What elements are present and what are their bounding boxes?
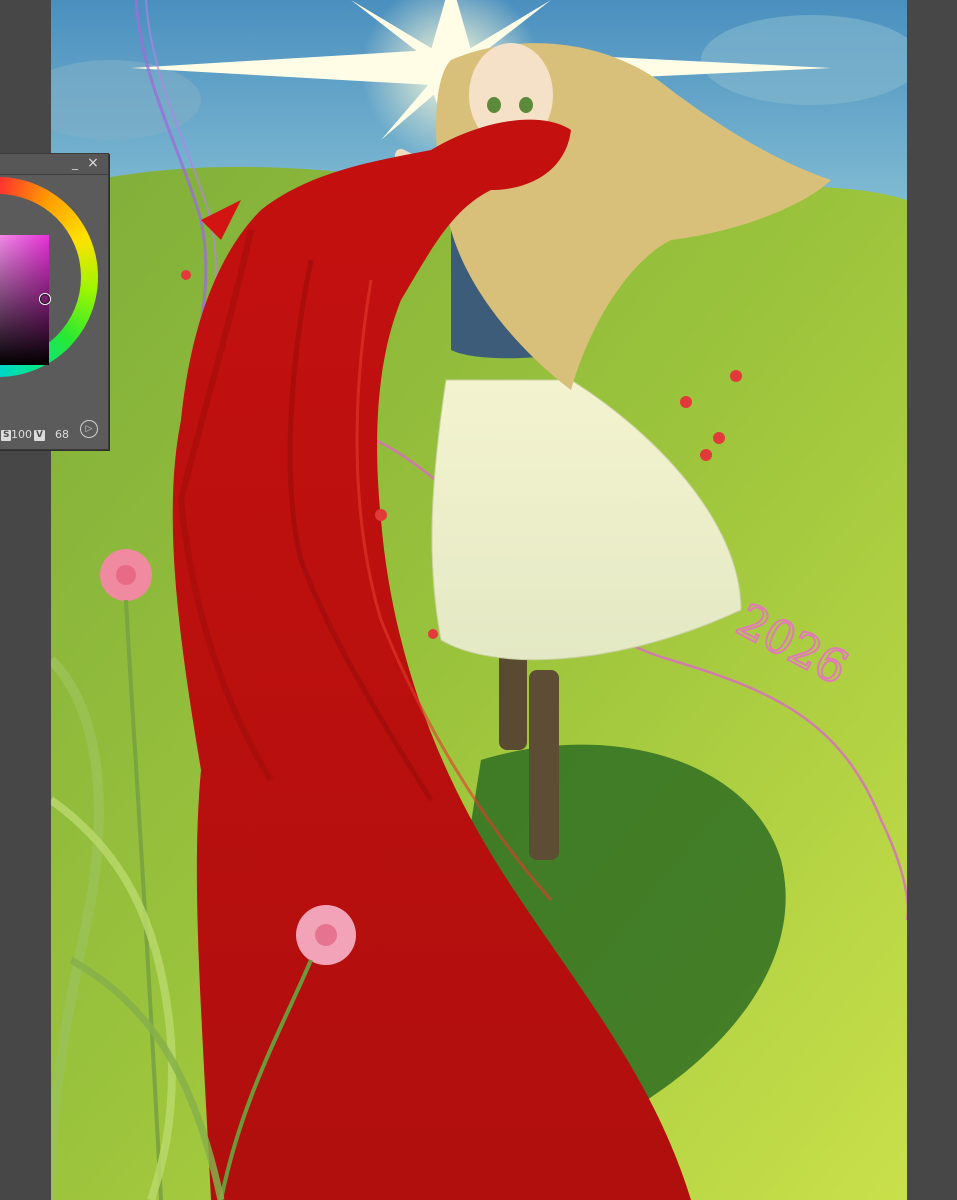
value-value: 68 bbox=[55, 428, 69, 441]
girl-boot-right bbox=[529, 670, 559, 860]
color-picker-handle[interactable] bbox=[40, 294, 50, 304]
color-wheel-titlebar[interactable]: _ × bbox=[0, 154, 108, 175]
color-wheel-body bbox=[0, 175, 108, 425]
artwork: 2026 bbox=[51, 0, 907, 1200]
saturation-label: S bbox=[1, 430, 12, 441]
drawing-canvas[interactable]: 2026 bbox=[51, 0, 907, 1200]
paint-app-window: 2026 _ × S 100 V 68 ▷ bbox=[0, 0, 957, 1200]
close-icon[interactable]: × bbox=[87, 156, 99, 170]
value-label: V bbox=[34, 430, 45, 441]
right-panel-area bbox=[907, 0, 957, 1200]
play-circle-icon[interactable]: ▷ bbox=[80, 420, 98, 438]
saturation-value: 100 bbox=[11, 428, 32, 441]
minimize-icon[interactable]: _ bbox=[70, 157, 80, 169]
color-wheel-panel: _ × S 100 V 68 ▷ bbox=[0, 153, 109, 450]
